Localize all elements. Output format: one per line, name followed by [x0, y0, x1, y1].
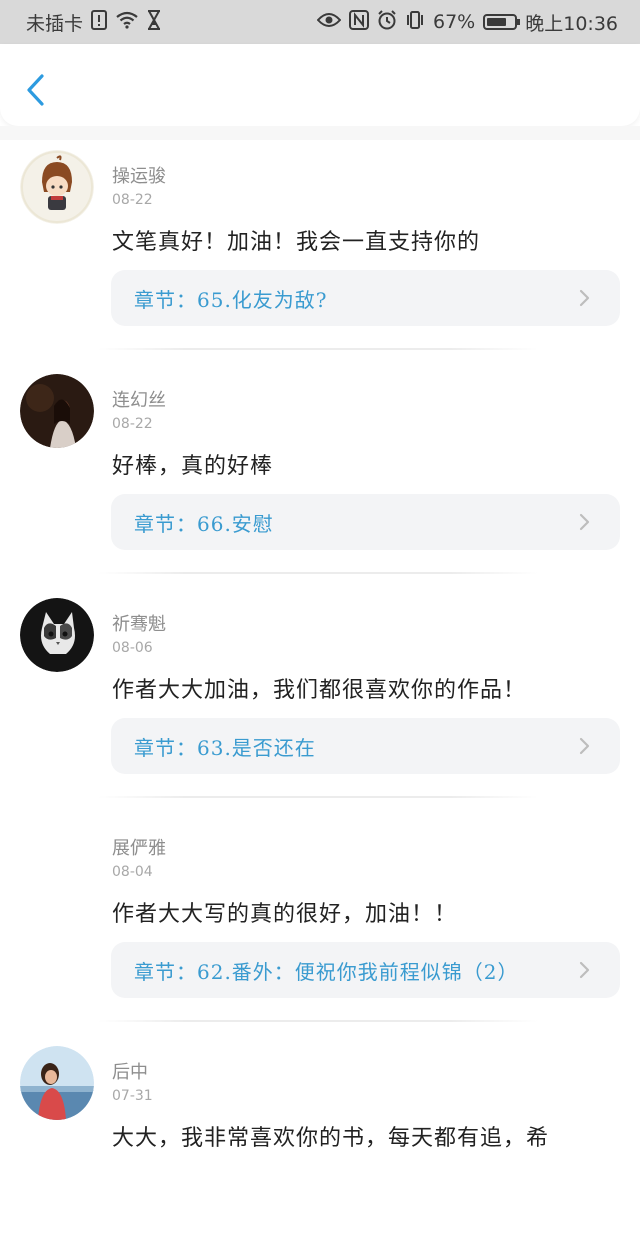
back-chevron-icon: [27, 74, 44, 106]
nav-bar: [0, 44, 640, 126]
status-right: 67% 晚上10:36: [316, 9, 618, 36]
divider: [98, 348, 538, 350]
chapter-title: 63.是否还在: [197, 735, 316, 760]
status-bar: 未插卡 67% 晚上10:36: [0, 0, 640, 44]
comment-text: 好棒，真的好棒: [112, 454, 274, 479]
avatar[interactable]: [20, 822, 94, 896]
chapter-label: 章节：: [134, 511, 197, 536]
comment-item: 后中 07-31 大大，我非常喜欢你的书，每天都有追，希: [0, 1036, 640, 1260]
chapter-title: 66.安慰: [197, 511, 274, 536]
comment-item: 连幻丝 08-22 好棒，真的好棒 章节： 66.安慰: [0, 364, 640, 588]
carrier-text: 未插卡: [26, 12, 84, 35]
avatar[interactable]: [20, 150, 94, 224]
comment-text: 大大，我非常喜欢你的书，每天都有追，希: [112, 1126, 550, 1151]
chapter-link[interactable]: 章节： 66.安慰: [111, 494, 620, 550]
commenter-name[interactable]: 祈骞魁: [112, 610, 166, 636]
chapter-link[interactable]: 章节： 62.番外：便祝你我前程似锦（2）: [111, 942, 620, 998]
chapter-label: 章节：: [134, 287, 197, 312]
header-separator: [0, 126, 640, 140]
wifi-icon: [115, 11, 139, 34]
divider: [98, 796, 538, 798]
eye-icon: [316, 11, 342, 33]
status-left: 未插卡: [26, 9, 161, 36]
vibrate-icon: [405, 10, 425, 35]
comment-text: 作者大大写的真的很好，加油！！: [112, 902, 458, 927]
avatar[interactable]: [20, 374, 94, 448]
divider: [98, 1020, 538, 1022]
hourglass-icon: [147, 9, 161, 35]
chapter-title: 62.番外：便祝你我前程似锦（2）: [197, 959, 519, 984]
comment-date: 08-22: [112, 416, 153, 432]
back-button[interactable]: [18, 70, 52, 110]
commenter-name[interactable]: 后中: [112, 1058, 148, 1084]
commenter-name[interactable]: 展俨雅: [112, 834, 166, 860]
avatar[interactable]: [20, 1046, 94, 1120]
commenter-name[interactable]: 操运骏: [112, 162, 166, 188]
chapter-title: 65.化友为敌?: [197, 287, 328, 312]
comment-date: 07-31: [112, 1088, 153, 1104]
alarm-icon: [377, 9, 397, 35]
comment-text: 文笔真好！加油！我会一直支持你的: [112, 230, 481, 255]
chevron-right-icon: [579, 737, 590, 755]
comment-date: 08-06: [112, 640, 153, 656]
nfc-icon: [349, 9, 369, 35]
chapter-link[interactable]: 章节： 63.是否还在: [111, 718, 620, 774]
chapter-label: 章节：: [134, 959, 197, 984]
comment-item: 操运骏 08-22 文笔真好！加油！我会一直支持你的 章节： 65.化友为敌?: [0, 140, 640, 364]
battery-icon: [483, 14, 521, 30]
chapter-link[interactable]: 章节： 65.化友为敌?: [111, 270, 620, 326]
comment-item: 展俨雅 08-04 作者大大写的真的很好，加油！！ 章节： 62.番外：便祝你我…: [0, 812, 640, 1036]
chapter-label: 章节：: [134, 735, 197, 760]
divider: [98, 572, 538, 574]
comment-date: 08-04: [112, 864, 153, 880]
comment-list: 操运骏 08-22 文笔真好！加油！我会一直支持你的 章节： 65.化友为敌? …: [0, 140, 640, 1260]
battery-percent: 67%: [433, 11, 476, 33]
avatar[interactable]: [20, 598, 94, 672]
chevron-right-icon: [579, 289, 590, 307]
comment-text: 作者大大加油，我们都很喜欢你的作品！: [112, 678, 527, 703]
comment-item: 祈骞魁 08-06 作者大大加油，我们都很喜欢你的作品！ 章节： 63.是否还在: [0, 588, 640, 812]
sim-alert-icon: [91, 9, 108, 35]
comment-date: 08-22: [112, 192, 153, 208]
clock-time: 晚上10:36: [525, 12, 618, 35]
chevron-right-icon: [579, 961, 590, 979]
commenter-name[interactable]: 连幻丝: [112, 386, 166, 412]
chevron-right-icon: [579, 513, 590, 531]
